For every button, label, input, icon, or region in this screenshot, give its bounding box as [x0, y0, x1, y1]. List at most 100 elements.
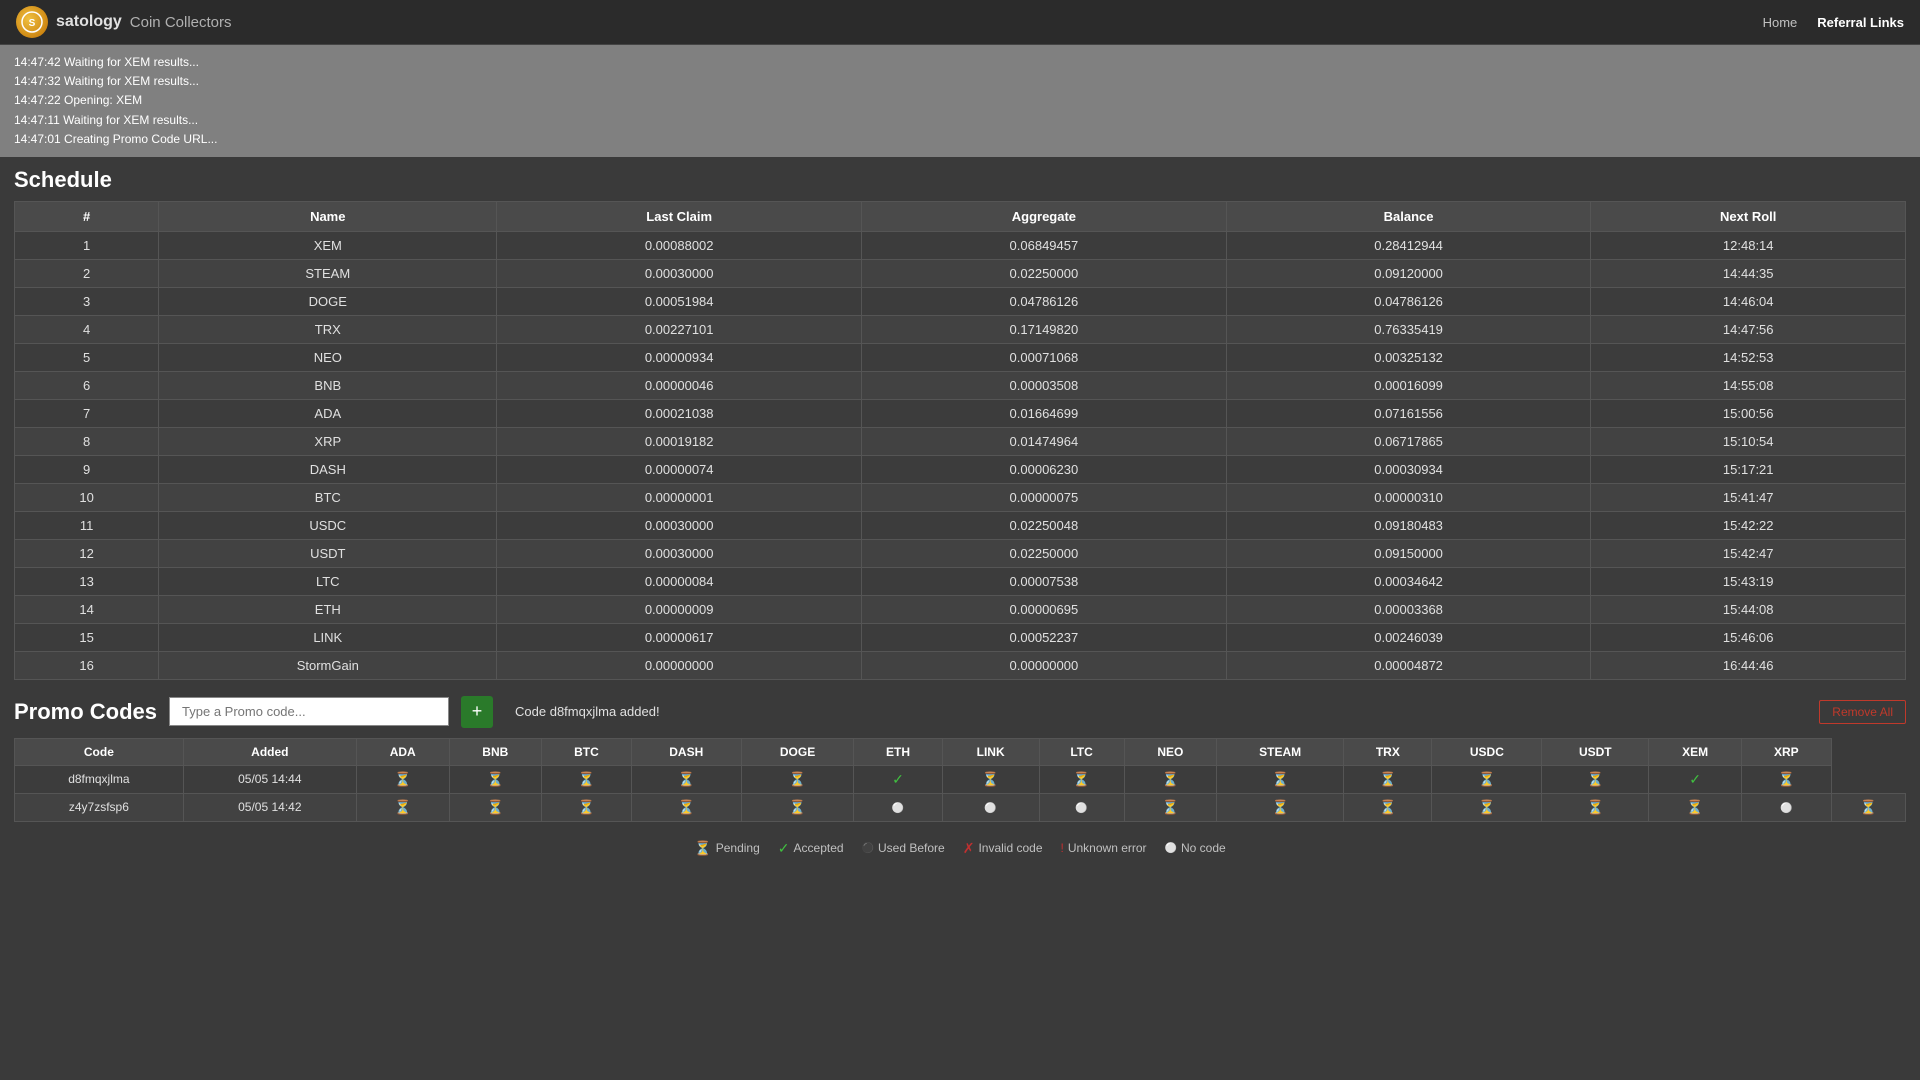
table-row: 9DASH0.000000740.000062300.0003093415:17… — [15, 455, 1906, 483]
promo-status-cell: ⏳ — [631, 765, 741, 793]
col-aggregate: Aggregate — [862, 201, 1227, 231]
promo-status-cell: ⏳ — [942, 765, 1039, 793]
table-cell: 15:44:08 — [1591, 595, 1906, 623]
table-cell: 0.00227101 — [497, 315, 862, 343]
table-cell: DASH — [159, 455, 497, 483]
table-cell: 0.00000695 — [862, 595, 1227, 623]
table-row: 13LTC0.000000840.000075380.0003464215:43… — [15, 567, 1906, 595]
table-cell: USDC — [159, 511, 497, 539]
promo-col-header: DASH — [631, 738, 741, 765]
table-cell: 0.76335419 — [1226, 315, 1591, 343]
table-cell: 0.09120000 — [1226, 259, 1591, 287]
status-pending-icon: ⏳ — [1587, 771, 1604, 787]
table-cell: 15:42:47 — [1591, 539, 1906, 567]
table-cell: XRP — [159, 427, 497, 455]
promo-status-cell: ⏳ — [542, 793, 632, 821]
legend-unknown: ! Unknown error — [1061, 841, 1147, 855]
promo-status-cell: ⚪ — [854, 793, 942, 821]
status-pending-icon: ⏳ — [1478, 771, 1495, 787]
table-cell: 15 — [15, 623, 159, 651]
table-cell: 8 — [15, 427, 159, 455]
table-cell: 10 — [15, 483, 159, 511]
table-cell: StormGain — [159, 651, 497, 679]
promo-add-button[interactable]: + — [461, 696, 493, 728]
table-row: 7ADA0.000210380.016646990.0716155615:00:… — [15, 399, 1906, 427]
table-cell: 0.00071068 — [862, 343, 1227, 371]
table-cell: 0.00000074 — [497, 455, 862, 483]
status-pending-icon: ⏳ — [678, 771, 695, 787]
status-pending-icon: ⏳ — [1162, 771, 1179, 787]
status-no-code-icon: ⚪ — [1075, 803, 1087, 814]
table-cell: 15:00:56 — [1591, 399, 1906, 427]
table-cell: 0.00000000 — [497, 651, 862, 679]
table-cell: 0.00052237 — [862, 623, 1227, 651]
table-cell: 15:42:22 — [1591, 511, 1906, 539]
promo-title: Promo Codes — [14, 699, 157, 725]
promo-status-cell: ⏳ — [741, 765, 854, 793]
schedule-title: Schedule — [14, 167, 1906, 193]
promo-header: Promo Codes + Code d8fmqxjlma added! Rem… — [14, 696, 1906, 728]
table-cell: 14:52:53 — [1591, 343, 1906, 371]
promo-status-cell: ⏳ — [631, 793, 741, 821]
promo-col-header: BNB — [449, 738, 542, 765]
table-row: 11USDC0.000300000.022500480.0918048315:4… — [15, 511, 1906, 539]
table-cell: 0.00246039 — [1226, 623, 1591, 651]
nav-referral[interactable]: Referral Links — [1817, 15, 1904, 30]
promo-status-cell: ⏳ — [741, 793, 854, 821]
promo-code-cell: z4y7zsfsp6 — [15, 793, 184, 821]
table-cell: LINK — [159, 623, 497, 651]
table-cell: 0.02250048 — [862, 511, 1227, 539]
table-row: 1XEM0.000880020.068494570.2841294412:48:… — [15, 231, 1906, 259]
legend-invalid-label: Invalid code — [978, 841, 1042, 855]
status-pending-icon: ⏳ — [578, 799, 595, 815]
table-row: 15LINK0.000006170.000522370.0024603915:4… — [15, 623, 1906, 651]
promo-status-cell: ⏳ — [1217, 765, 1344, 793]
table-cell: 0.00000310 — [1226, 483, 1591, 511]
table-row: 14ETH0.000000090.000006950.0000336815:44… — [15, 595, 1906, 623]
table-cell: 14:44:35 — [1591, 259, 1906, 287]
table-row: 5NEO0.000009340.000710680.0032513214:52:… — [15, 343, 1906, 371]
table-row: 12USDT0.000300000.022500000.0915000015:4… — [15, 539, 1906, 567]
table-cell: 0.00051984 — [497, 287, 862, 315]
status-no-code-icon: ⚪ — [1780, 803, 1792, 814]
header: S satology Coin Collectors Home Referral… — [0, 0, 1920, 45]
brand-name: satology — [56, 13, 122, 31]
promo-col-header: DOGE — [741, 738, 854, 765]
header-nav: Home Referral Links — [1763, 15, 1904, 30]
table-row: 8XRP0.000191820.014749640.0671786515:10:… — [15, 427, 1906, 455]
main-content: Schedule # Name Last Claim Aggregate Bal… — [0, 157, 1920, 873]
promo-status-cell: ✓ — [1649, 765, 1742, 793]
nav-home[interactable]: Home — [1763, 15, 1798, 30]
log-line-1: 14:47:42 Waiting for XEM results... — [14, 53, 1906, 72]
table-cell: 15:10:54 — [1591, 427, 1906, 455]
table-cell: 0.01474964 — [862, 427, 1227, 455]
table-cell: 0.00030934 — [1226, 455, 1591, 483]
status-no-code-icon: ⚪ — [984, 803, 996, 814]
table-cell: 0.00003368 — [1226, 595, 1591, 623]
promo-row: d8fmqxjlma05/05 14:44⏳⏳⏳⏳⏳✓⏳⏳⏳⏳⏳⏳⏳✓⏳ — [15, 765, 1906, 793]
table-cell: 0.04786126 — [862, 287, 1227, 315]
status-pending-icon: ⏳ — [678, 799, 695, 815]
promo-row: z4y7zsfsp605/05 14:42⏳⏳⏳⏳⏳⚪⚪⚪⏳⏳⏳⏳⏳⏳⚪⏳ — [15, 793, 1906, 821]
table-cell: BTC — [159, 483, 497, 511]
schedule-section: Schedule # Name Last Claim Aggregate Bal… — [14, 167, 1906, 680]
table-cell: ETH — [159, 595, 497, 623]
promo-col-header: Added — [183, 738, 356, 765]
remove-all-button[interactable]: Remove All — [1819, 700, 1906, 724]
table-cell: 12 — [15, 539, 159, 567]
table-cell: 16 — [15, 651, 159, 679]
col-lastclaim: Last Claim — [497, 201, 862, 231]
table-cell: 0.00019182 — [497, 427, 862, 455]
table-cell: 7 — [15, 399, 159, 427]
table-row: 6BNB0.000000460.000035080.0001609914:55:… — [15, 371, 1906, 399]
table-cell: 0.00030000 — [497, 259, 862, 287]
table-row: 2STEAM0.000300000.022500000.0912000014:4… — [15, 259, 1906, 287]
col-nextroll: Next Roll — [1591, 201, 1906, 231]
promo-input[interactable] — [169, 697, 449, 726]
table-cell: BNB — [159, 371, 497, 399]
table-cell: 9 — [15, 455, 159, 483]
status-pending-icon: ⏳ — [1587, 799, 1604, 815]
status-accepted-icon: ✓ — [1689, 771, 1701, 787]
promo-status-cell: ⏳ — [1039, 765, 1124, 793]
promo-status-cell: ✓ — [854, 765, 942, 793]
